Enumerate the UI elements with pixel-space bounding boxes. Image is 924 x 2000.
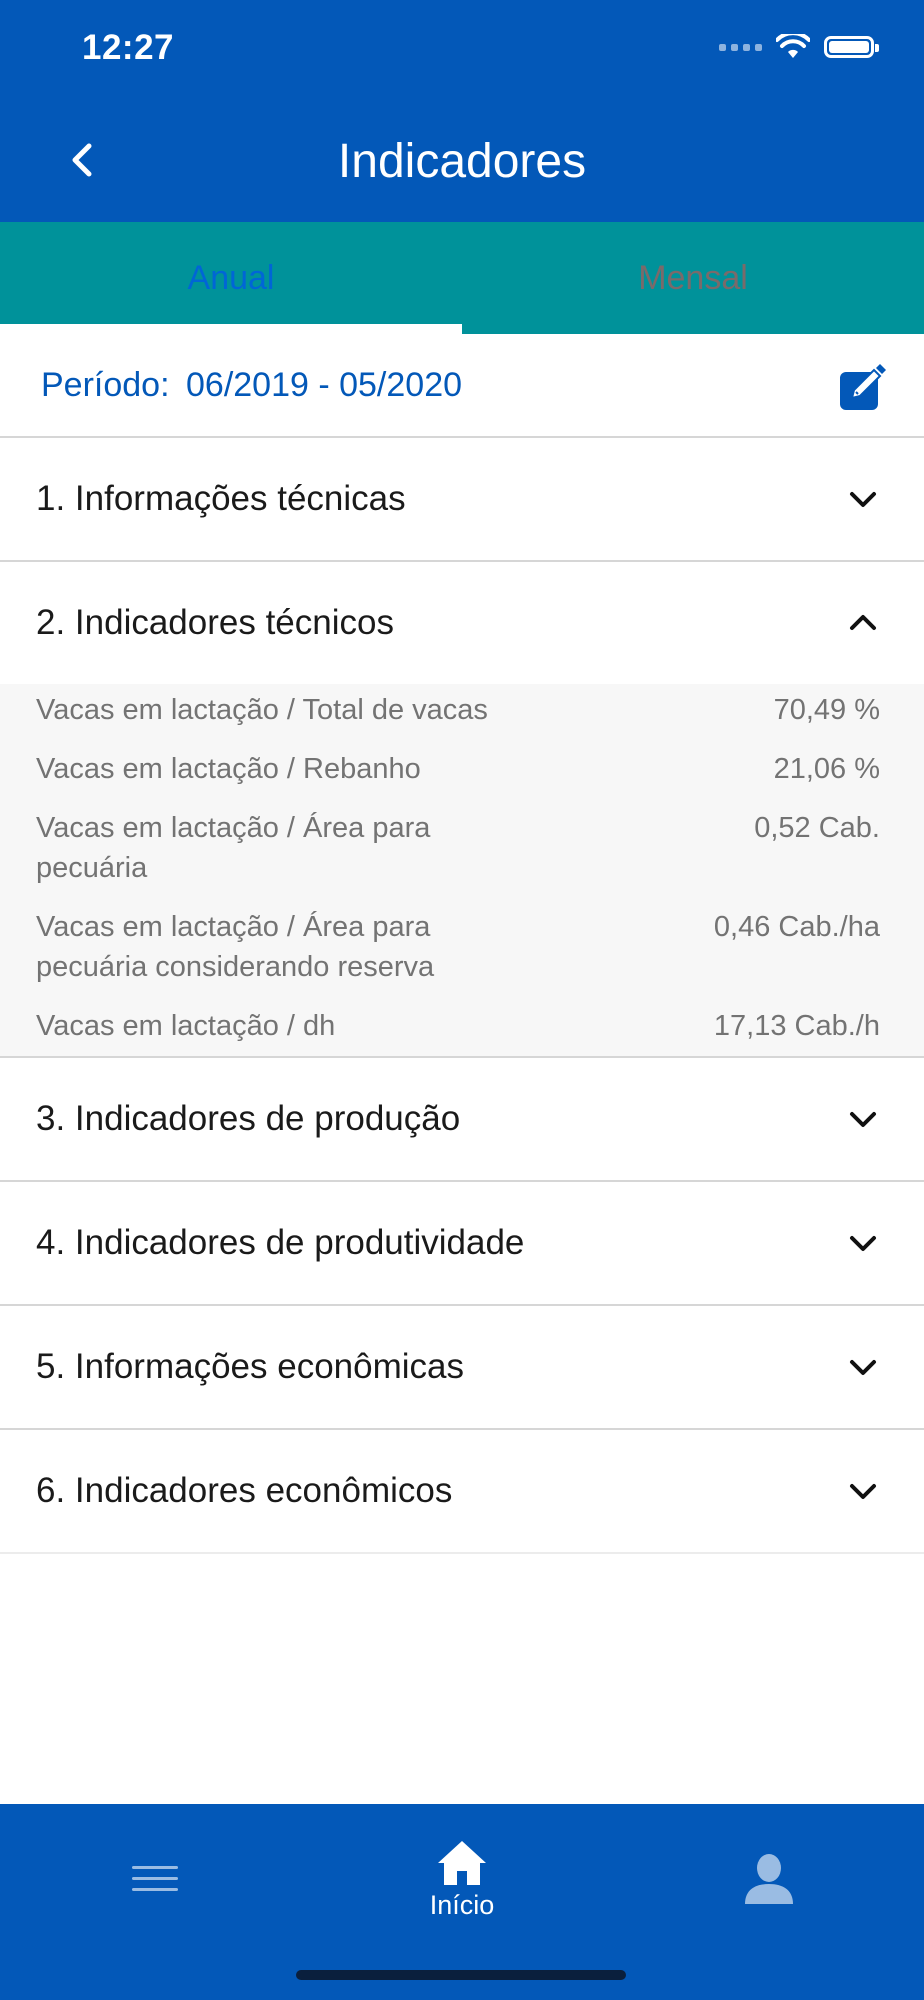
status-time: 12:27 — [82, 28, 175, 67]
indicator-row: Vacas em lactação / Total de vacas 70,49… — [36, 690, 880, 730]
page-title: Indicadores — [337, 135, 587, 188]
tab-bar: Anual Mensal — [0, 222, 924, 334]
profile-button[interactable] — [694, 1804, 844, 1954]
section-indicadores-produtividade[interactable]: 4. Indicadores de produtividade — [0, 1182, 924, 1306]
wifi-icon — [776, 34, 810, 58]
tab-anual[interactable]: Anual — [0, 222, 462, 334]
indicator-label: Vacas em lactação / Rebanho — [36, 753, 421, 785]
active-tab-indicator — [0, 324, 462, 334]
section-indicadores-economicos[interactable]: 6. Indicadores econômicos — [0, 1430, 924, 1554]
signal-icon — [719, 43, 762, 51]
hamburger-icon — [132, 1866, 178, 1891]
section-indicadores-producao[interactable]: 3. Indicadores de produção — [0, 1058, 924, 1182]
section-informacoes-tecnicas[interactable]: 1. Informações técnicas — [0, 438, 924, 562]
indicator-label: Vacas em lactação / Total de vacas — [36, 694, 488, 726]
period-row: Período: 06/2019 - 05/2020 — [0, 334, 924, 438]
section-title: 5. Informações econômicas — [36, 1347, 464, 1386]
section-title: 4. Indicadores de produtividade — [36, 1223, 525, 1262]
chevron-down-icon — [850, 1236, 876, 1251]
section-indicadores-tecnicos[interactable]: 2. Indicadores técnicos — [0, 562, 924, 684]
section-indicadores-tecnicos-content: Vacas em lactação / Total de vacas 70,49… — [0, 684, 924, 1058]
status-bar: 12:27 — [0, 0, 924, 100]
tab-mensal[interactable]: Mensal — [462, 222, 924, 334]
indicator-value: 0,52 Cab. — [754, 812, 880, 844]
indicator-row: Vacas em lactação / dh 17,13 Cab./h — [36, 1006, 880, 1046]
section-title: 3. Indicadores de produção — [36, 1099, 461, 1138]
status-icons — [719, 34, 879, 60]
section-title: 1. Informações técnicas — [36, 479, 406, 518]
chevron-down-icon — [850, 1484, 876, 1499]
nav-bar: Indicadores — [0, 100, 924, 222]
indicator-label: Vacas em lactação / Área para pecuária c… — [36, 911, 435, 983]
user-icon — [745, 1854, 793, 1904]
home-tab-button[interactable]: Início — [387, 1804, 537, 1954]
home-tab-label: Início — [429, 1889, 495, 1920]
chevron-down-icon — [850, 1360, 876, 1375]
indicator-label: Vacas em lactação / dh — [36, 1010, 336, 1042]
period-label: Período: — [41, 366, 170, 404]
battery-icon — [824, 36, 879, 58]
home-icon — [438, 1840, 486, 1885]
chevron-up-icon — [850, 615, 876, 630]
chevron-down-icon — [850, 492, 876, 507]
section-informacoes-economicas[interactable]: 5. Informações econômicas — [0, 1306, 924, 1430]
edit-icon — [840, 364, 886, 410]
section-title: 2. Indicadores técnicos — [36, 603, 394, 642]
indicator-value: 70,49 % — [773, 694, 880, 726]
edit-period-button[interactable] — [838, 362, 888, 412]
indicator-value: 17,13 Cab./h — [713, 1010, 880, 1042]
indicator-row: Vacas em lactação / Área para pecuária c… — [36, 907, 880, 987]
menu-button[interactable] — [80, 1804, 230, 1954]
chevron-down-icon — [850, 1112, 876, 1127]
indicator-sections: 1. Informações técnicas 2. Indicadores t… — [0, 438, 924, 1554]
indicator-value: 21,06 % — [773, 753, 880, 785]
period-value: 06/2019 - 05/2020 — [186, 366, 463, 404]
section-title: 6. Indicadores econômicos — [36, 1471, 453, 1510]
indicator-label: Vacas em lactação / Área para pecuária — [36, 812, 431, 884]
home-indicator — [296, 1970, 626, 1980]
indicator-row: Vacas em lactação / Área para pecuária 0… — [36, 808, 880, 888]
indicator-row: Vacas em lactação / Rebanho 21,06 % — [36, 749, 880, 789]
indicator-value: 0,46 Cab./ha — [713, 911, 880, 943]
